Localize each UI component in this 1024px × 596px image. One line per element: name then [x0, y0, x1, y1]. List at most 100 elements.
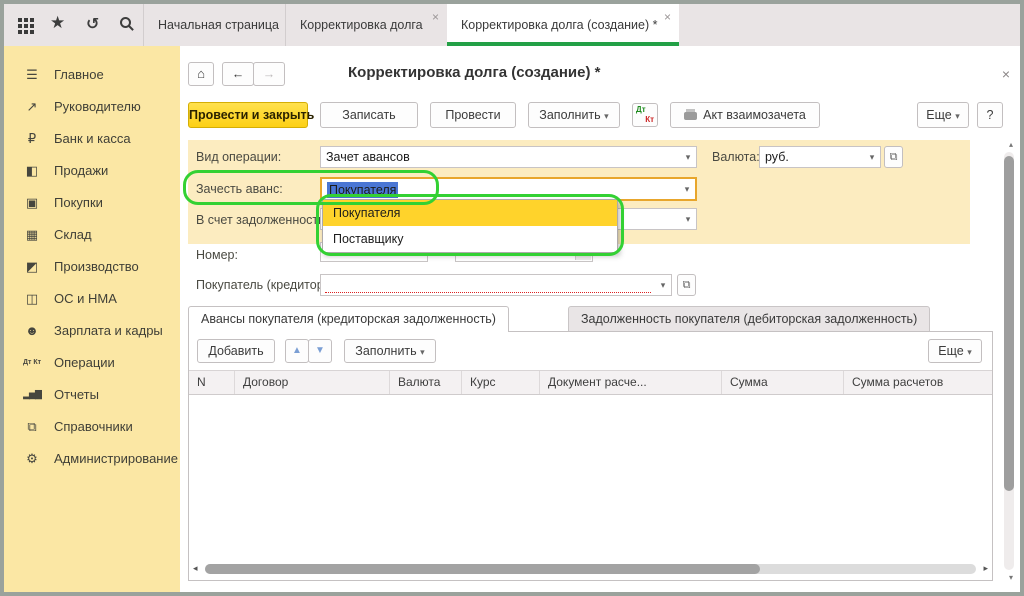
currency-label: Валюта: — [712, 150, 760, 164]
dt-kt-icon: Дт Кт — [20, 357, 44, 368]
more-button[interactable]: Еще ▾ — [917, 102, 969, 128]
tab-debt-adjustment[interactable]: Корректировка долга × — [285, 4, 447, 46]
currency-combobox[interactable]: руб. ▾ — [759, 146, 881, 168]
add-row-button[interactable]: Добавить — [197, 339, 275, 363]
dt-label: Дт — [636, 105, 646, 114]
table-more-button[interactable]: Еще ▾ — [928, 339, 982, 363]
scroll-left-icon[interactable]: ◂ — [193, 563, 198, 574]
search-icon[interactable] — [120, 17, 131, 28]
debt-label: В счет задолженности: — [196, 213, 329, 227]
bar-chart-icon: ▂▅▇ — [20, 389, 44, 400]
sidebar-item-operations[interactable]: Дт Кт Операции — [4, 346, 180, 378]
tab-close-icon[interactable]: × — [664, 10, 671, 24]
scroll-down-icon[interactable]: ▾ — [1009, 573, 1013, 582]
column-header-currency[interactable]: Валюта — [390, 371, 462, 394]
sidebar-item-manager[interactable]: ↗ Руководителю — [4, 90, 180, 122]
form-debt-adjustment: × ⌂ ← → Корректировка долга (создание) *… — [180, 46, 1020, 592]
column-header-settlement-amount[interactable]: Сумма расчетов — [844, 371, 992, 394]
favorites-icon[interactable]: ★ — [50, 13, 65, 33]
ruble-icon: ₽ — [20, 133, 44, 144]
dropdown-option-buyer[interactable]: Покупателя — [323, 200, 617, 226]
open-icon: ⧉ — [683, 279, 691, 291]
chevron-down-icon[interactable]: ▾ — [864, 147, 880, 167]
sidebar-item-salary-hr[interactable]: ☻ Зарплата и кадры — [4, 314, 180, 346]
tab-label: Корректировка долга — [300, 18, 423, 32]
sidebar-item-purchases[interactable]: ▣ Покупки — [4, 186, 180, 218]
truck-icon: ◫ — [20, 293, 44, 304]
column-header-amount[interactable]: Сумма — [722, 371, 844, 394]
sidebar-item-administration[interactable]: ⚙ Администрирование — [4, 442, 180, 474]
chevron-down-icon[interactable]: ▾ — [680, 147, 696, 167]
table-header-row: N Договор Валюта Курс Документ расче... … — [189, 370, 992, 395]
menu-icon: ☰ — [20, 69, 44, 80]
move-up-button[interactable]: ▲ — [285, 339, 309, 363]
form-close-icon[interactable]: × — [1002, 66, 1010, 82]
tab-debt-adjustment-new[interactable]: Корректировка долга (создание) * × — [447, 4, 679, 46]
books-icon: ⧉ — [20, 421, 44, 432]
vertical-scrollbar-thumb[interactable] — [1004, 156, 1014, 491]
chevron-down-icon: ▾ — [604, 111, 609, 121]
operation-kind-combobox[interactable]: Зачет авансов ▾ — [320, 146, 697, 168]
advance-label: Зачесть аванс: — [196, 182, 283, 196]
back-button[interactable]: ← — [222, 62, 254, 86]
buyer-open-button[interactable]: ⧉ — [677, 274, 696, 296]
home-button[interactable]: ⌂ — [188, 62, 214, 86]
sidebar-item-reports[interactable]: ▂▅▇ Отчеты — [4, 378, 180, 410]
tab-home-page[interactable]: Начальная страница — [143, 4, 285, 46]
chevron-down-icon: ▾ — [967, 347, 972, 357]
tab-close-icon[interactable]: × — [432, 10, 439, 24]
trend-icon: ↗ — [20, 101, 44, 112]
tab-buyer-advances[interactable]: Авансы покупателя (кредиторская задолжен… — [188, 306, 509, 332]
help-button[interactable]: ? — [977, 102, 1003, 128]
forward-button[interactable]: → — [253, 62, 285, 86]
dt-kt-button[interactable]: Дт Кт — [632, 103, 658, 127]
main-menu-icon[interactable] — [18, 18, 22, 22]
table-fill-button[interactable]: Заполнить ▾ — [344, 339, 436, 363]
post-and-close-button[interactable]: Провести и закрыть — [188, 102, 308, 128]
sidebar-item-bank-cash[interactable]: ₽ Банк и касса — [4, 122, 180, 154]
sidebar: ☰ Главное ↗ Руководителю ₽ Банк и касса … — [4, 46, 180, 592]
forward-arrow-icon: → — [263, 67, 276, 81]
chevron-down-icon[interactable]: ▾ — [655, 275, 671, 295]
write-button[interactable]: Записать — [320, 102, 418, 128]
sidebar-item-warehouse[interactable]: ▦ Склад — [4, 218, 180, 250]
scroll-up-icon[interactable]: ▴ — [1009, 140, 1013, 149]
advance-dropdown-list: Покупателя Поставщику — [322, 199, 618, 253]
horizontal-scrollbar-thumb[interactable] — [205, 564, 760, 574]
advance-combobox[interactable]: Покупателя ▾ — [320, 177, 697, 201]
arrow-down-icon: ▼ — [315, 345, 325, 356]
buyer-combobox[interactable]: ▾ — [320, 274, 672, 296]
sidebar-item-fixed-assets[interactable]: ◫ ОС и НМА — [4, 282, 180, 314]
column-header-settlement-doc[interactable]: Документ расче... — [540, 371, 722, 394]
application-window: ★ ↺ Начальная страница Корректировка дол… — [0, 0, 1024, 596]
sidebar-item-directories[interactable]: ⧉ Справочники — [4, 410, 180, 442]
vertical-scrollbar[interactable] — [1004, 152, 1014, 570]
tab-buyer-debt[interactable]: Задолженность покупателя (дебиторская за… — [568, 306, 930, 332]
horizontal-scrollbar[interactable] — [205, 564, 976, 574]
column-header-rate[interactable]: Курс — [462, 371, 540, 394]
dropdown-option-supplier[interactable]: Поставщику — [323, 226, 617, 252]
scroll-right-icon[interactable]: ▸ — [983, 563, 988, 574]
sidebar-item-production[interactable]: ◩ Производство — [4, 250, 180, 282]
tab-label: Корректировка долга (создание) * — [461, 18, 658, 32]
page-title: Корректировка долга (создание) * — [348, 64, 600, 81]
fill-button[interactable]: Заполнить ▾ — [528, 102, 620, 128]
currency-open-button[interactable]: ⧉ — [884, 146, 903, 168]
kt-label: Кт — [645, 115, 654, 124]
chevron-down-icon[interactable]: ▾ — [680, 209, 696, 229]
history-icon[interactable]: ↺ — [86, 14, 99, 34]
post-button[interactable]: Провести — [430, 102, 516, 128]
operation-kind-value: Зачет авансов — [326, 150, 410, 164]
chevron-down-icon: ▾ — [955, 111, 960, 121]
chevron-down-icon[interactable]: ▾ — [679, 179, 695, 199]
offset-act-button[interactable]: Акт взаимозачета — [670, 102, 820, 128]
currency-value: руб. — [765, 150, 789, 164]
column-header-contract[interactable]: Договор — [235, 371, 390, 394]
advances-table-panel: Добавить ▲ ▼ Заполнить ▾ Еще ▾ N Договор… — [188, 331, 993, 581]
column-header-n[interactable]: N — [189, 371, 235, 394]
back-arrow-icon: ← — [232, 67, 245, 81]
sidebar-item-main[interactable]: ☰ Главное — [4, 58, 180, 90]
move-down-button[interactable]: ▼ — [308, 339, 332, 363]
tab-label: Начальная страница — [158, 18, 279, 32]
sidebar-item-sales[interactable]: ◧ Продажи — [4, 154, 180, 186]
